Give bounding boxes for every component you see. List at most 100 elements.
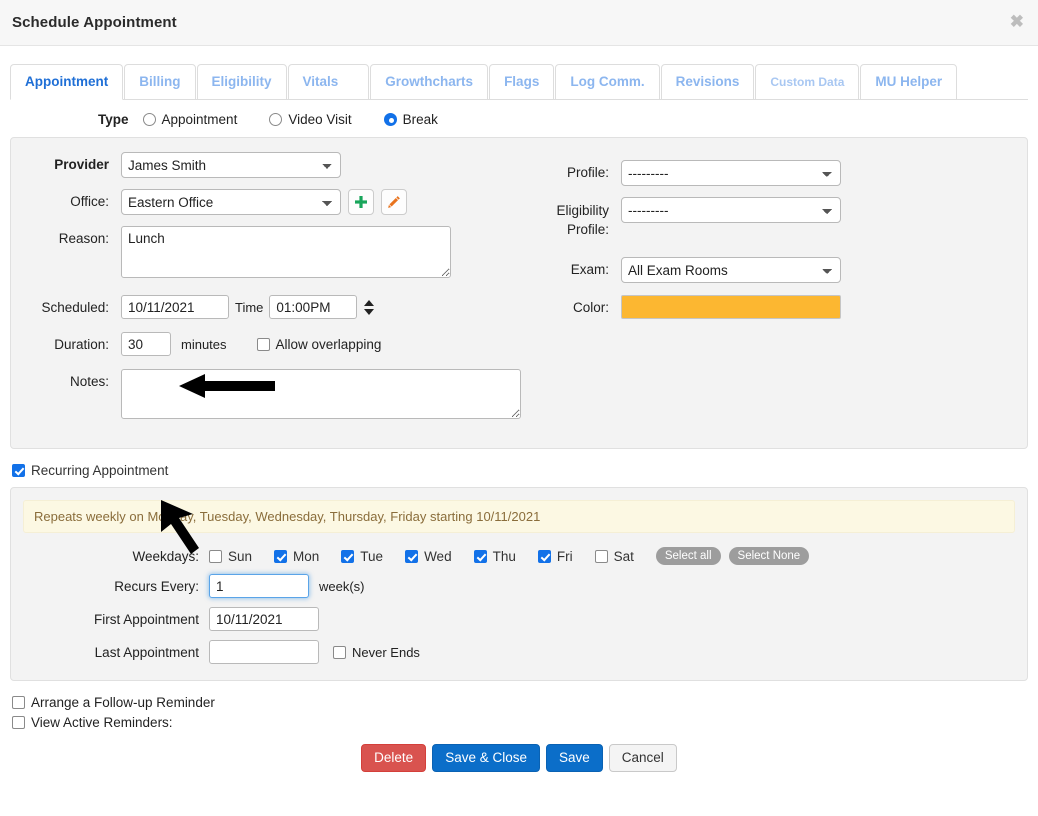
tab-label: MU Helper (875, 74, 943, 89)
close-icon[interactable]: ✖ (1010, 13, 1024, 30)
radio-appointment[interactable]: Appointment (142, 112, 238, 127)
last-appointment-label: Last Appointment (94, 644, 199, 660)
weekday-tue-label[interactable]: Tue (360, 549, 383, 564)
appointment-details-panel: Provider James Smith Office: Eastern Off… (10, 137, 1028, 554)
tab-flags[interactable]: Flags (489, 64, 555, 100)
weekdays-label: Weekdays: (132, 548, 199, 564)
save-close-button[interactable]: Save & Close (432, 744, 540, 772)
office-select[interactable]: Eastern Office (121, 189, 341, 215)
tab-mu-helper[interactable]: MU Helper (860, 64, 958, 100)
radio-video-visit-control[interactable] (269, 113, 283, 126)
provider-select[interactable]: James Smith (121, 152, 341, 178)
first-appointment-row: First Appointment (23, 607, 1015, 631)
weekday-tue[interactable]: Tue (341, 549, 383, 564)
time-stepper[interactable] (364, 299, 375, 315)
radio-appointment-label[interactable]: Appointment (162, 112, 238, 127)
add-office-button[interactable] (348, 189, 374, 215)
weekday-sun-label[interactable]: Sun (228, 549, 252, 564)
time-label: Time (235, 299, 264, 315)
stepper-down-icon[interactable] (364, 308, 375, 315)
weekday-fri[interactable]: Fri (537, 549, 573, 564)
eligibility-profile-select[interactable]: --------- (621, 197, 841, 223)
weekday-wed-checkbox[interactable] (405, 549, 419, 563)
recurs-every-input[interactable] (209, 574, 309, 598)
pencil-icon (388, 196, 400, 208)
tab-revisions[interactable]: Revisions (660, 64, 755, 100)
arrange-reminder-label[interactable]: Arrange a Follow-up Reminder (31, 695, 215, 710)
tab-log-comm[interactable]: Log Comm. (555, 64, 660, 100)
weekday-tue-checkbox[interactable] (341, 549, 355, 563)
select-none-button[interactable]: Select None (728, 547, 810, 565)
tab-vitals[interactable]: Vitals (287, 64, 370, 100)
weekday-fri-label[interactable]: Fri (557, 549, 573, 564)
provider-row: Provider James Smith (21, 152, 521, 178)
tab-custom-data[interactable]: Custom Data (755, 64, 860, 100)
weekday-thu[interactable]: Thu (473, 549, 516, 564)
never-ends-label[interactable]: Never Ends (352, 645, 420, 660)
last-appointment-row: Last Appointment Never Ends (23, 640, 1015, 664)
recurrence-panel: Repeats weekly on Monday, Tuesday, Wedne… (10, 487, 1028, 681)
arrange-reminder-row[interactable]: Arrange a Follow-up Reminder (12, 695, 1028, 710)
color-swatch[interactable] (621, 295, 841, 319)
profile-select[interactable]: --------- (621, 160, 841, 186)
notes-textarea[interactable] (121, 369, 521, 419)
weekday-sat[interactable]: Sat (594, 549, 634, 564)
eligibility-profile-label: Eligibility Profile: (556, 203, 609, 237)
tab-eligibility[interactable]: Eligibility (196, 64, 287, 100)
weekday-fri-checkbox[interactable] (537, 549, 551, 563)
weekday-wed-label[interactable]: Wed (424, 549, 452, 564)
plus-icon (355, 196, 367, 208)
exam-select[interactable]: All Exam Rooms (621, 257, 841, 283)
weekday-mon-checkbox[interactable] (274, 549, 288, 563)
tab-appointment[interactable]: Appointment (10, 64, 124, 100)
allow-overlapping-row[interactable]: Allow overlapping (256, 337, 382, 352)
stepper-up-icon[interactable] (364, 299, 375, 306)
never-ends-checkbox[interactable] (333, 645, 346, 659)
recurring-toggle-row[interactable]: Recurring Appointment (12, 463, 1028, 478)
radio-video-visit-label[interactable]: Video Visit (288, 112, 351, 127)
radio-break-control[interactable] (383, 113, 397, 126)
cancel-button[interactable]: Cancel (608, 744, 677, 772)
first-appointment-input[interactable] (209, 607, 319, 631)
scheduled-date-input[interactable] (121, 295, 229, 319)
tab-growthcharts[interactable]: Growthcharts (370, 64, 489, 100)
radio-appointment-control[interactable] (142, 113, 156, 126)
edit-office-button[interactable] (381, 189, 407, 215)
tab-billing[interactable]: Billing (124, 64, 196, 100)
weekday-mon-label[interactable]: Mon (293, 549, 319, 564)
weekday-thu-checkbox[interactable] (473, 549, 487, 563)
last-appointment-input[interactable] (209, 640, 319, 664)
time-input[interactable] (269, 295, 358, 319)
radio-break[interactable]: Break (383, 112, 438, 127)
delete-button[interactable]: Delete (361, 744, 427, 772)
view-reminders-checkbox[interactable] (12, 716, 25, 729)
recurring-appointment-checkbox[interactable] (12, 464, 25, 477)
recurring-appointment-label[interactable]: Recurring Appointment (31, 463, 168, 478)
radio-break-label[interactable]: Break (403, 112, 438, 127)
weekday-sat-label[interactable]: Sat (614, 549, 634, 564)
arrange-reminder-checkbox[interactable] (12, 696, 25, 709)
reason-textarea[interactable]: Lunch (121, 226, 451, 278)
duration-input[interactable] (121, 332, 171, 356)
radio-video-visit[interactable]: Video Visit (269, 112, 352, 127)
select-all-button[interactable]: Select all (655, 547, 721, 565)
weekday-sun[interactable]: Sun (209, 549, 252, 564)
weekday-wed[interactable]: Wed (405, 549, 452, 564)
save-button[interactable]: Save (546, 744, 603, 772)
notes-label: Notes: (69, 374, 109, 389)
weekday-thu-label[interactable]: Thu (493, 549, 516, 564)
view-reminders-row[interactable]: View Active Reminders: (12, 715, 1028, 730)
allow-overlapping-label[interactable]: Allow overlapping (276, 337, 382, 352)
right-form-column: Profile: --------- Eligibility Profile: … (521, 152, 1017, 430)
view-reminders-label[interactable]: View Active Reminders: (31, 715, 173, 730)
weekday-mon[interactable]: Mon (274, 549, 319, 564)
weekday-sun-checkbox[interactable] (209, 549, 222, 563)
allow-overlapping-checkbox[interactable] (256, 337, 270, 351)
recurs-every-row: Recurs Every: week(s) (23, 574, 1015, 598)
weekdays-row: Weekdays: Sun Mon Tue Wed Thu Fri Sat Se… (23, 547, 1015, 565)
scheduled-label: Scheduled: (41, 300, 109, 315)
never-ends-row[interactable]: Never Ends (333, 645, 420, 660)
weekday-sat-checkbox[interactable] (594, 549, 608, 563)
schedule-appointment-dialog: Schedule Appointment ✖ Appointment Billi… (0, 0, 1038, 816)
tab-label: Log Comm. (570, 74, 645, 89)
